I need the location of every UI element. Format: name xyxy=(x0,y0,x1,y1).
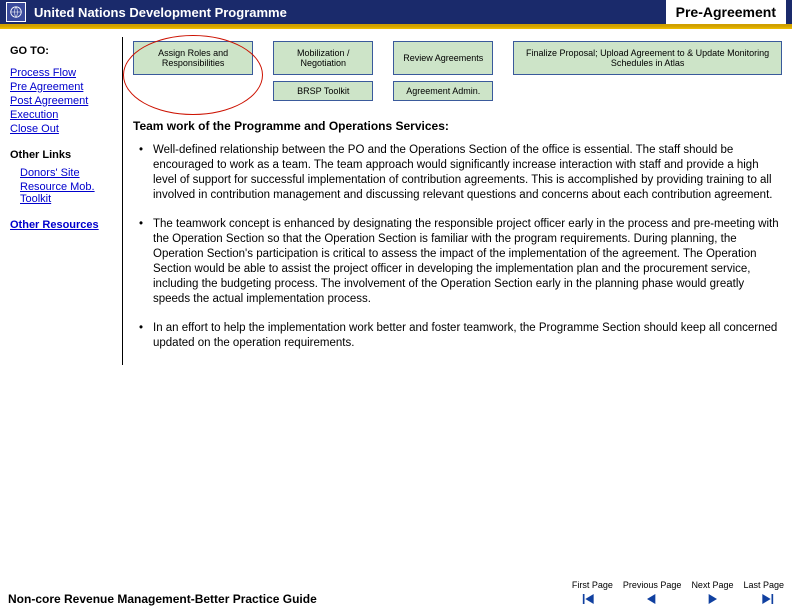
nav-label: First Page xyxy=(572,581,613,590)
header-bar: United Nations Development Programme Pre… xyxy=(0,0,792,26)
bullet-text: The teamwork concept is enhanced by desi… xyxy=(153,217,782,307)
other-links-label: Other Links xyxy=(10,149,118,161)
section-heading: Team work of the Programme and Operation… xyxy=(133,119,782,133)
bullet-text: Well-defined relationship between the PO… xyxy=(153,143,782,203)
nav-label: Next Page xyxy=(691,581,733,590)
link-execution[interactable]: Execution xyxy=(10,109,118,121)
list-item: •In an effort to help the implementation… xyxy=(139,321,782,351)
nav-first-page[interactable]: First Page xyxy=(572,581,613,606)
link-pre-agreement[interactable]: Pre Agreement xyxy=(10,81,118,93)
flow-box-assign-roles[interactable]: Assign Roles and Responsibilities xyxy=(133,41,253,75)
process-flow-row: Assign Roles and Responsibilities Mobili… xyxy=(133,41,782,101)
main-area: Assign Roles and Responsibilities Mobili… xyxy=(123,37,784,365)
link-close-out[interactable]: Close Out xyxy=(10,123,118,135)
goto-label: GO TO: xyxy=(10,45,118,57)
link-post-agreement[interactable]: Post Agreement xyxy=(10,95,118,107)
bullet-text: In an effort to help the implementation … xyxy=(153,321,782,351)
bullet-icon: • xyxy=(139,321,153,351)
nav-last-page[interactable]: Last Page xyxy=(743,581,784,606)
sidebar: GO TO: Process Flow Pre Agreement Post A… xyxy=(8,37,123,365)
list-item: •The teamwork concept is enhanced by des… xyxy=(139,217,782,307)
page-label: Pre-Agreement xyxy=(666,0,786,24)
link-donors-site[interactable]: Donors' Site xyxy=(20,167,118,179)
flow-box-agreement-admin[interactable]: Agreement Admin. xyxy=(393,81,493,101)
flow-box-finalize-proposal[interactable]: Finalize Proposal; Upload Agreement to &… xyxy=(513,41,782,75)
content-area: GO TO: Process Flow Pre Agreement Post A… xyxy=(0,29,792,365)
last-page-icon xyxy=(754,592,774,606)
footer-title: Non-core Revenue Management-Better Pract… xyxy=(8,592,317,606)
nav-previous-page[interactable]: Previous Page xyxy=(623,581,682,606)
previous-page-icon xyxy=(642,592,662,606)
bullet-icon: • xyxy=(139,143,153,203)
bullet-icon: • xyxy=(139,217,153,307)
link-resource-mob-toolkit[interactable]: Resource Mob. Toolkit xyxy=(20,181,118,205)
flow-box-brsp-toolkit[interactable]: BRSP Toolkit xyxy=(273,81,373,101)
undp-logo-icon xyxy=(6,2,26,22)
page-nav: First Page Previous Page Next Page Last … xyxy=(572,581,784,606)
nav-label: Last Page xyxy=(743,581,784,590)
flow-box-review-agreements[interactable]: Review Agreements xyxy=(393,41,493,75)
nav-next-page[interactable]: Next Page xyxy=(691,581,733,606)
org-title: United Nations Development Programme xyxy=(34,5,666,20)
link-process-flow[interactable]: Process Flow xyxy=(10,67,118,79)
first-page-icon xyxy=(582,592,602,606)
next-page-icon xyxy=(702,592,722,606)
link-other-resources[interactable]: Other Resources xyxy=(10,219,118,231)
flow-box-mobilization[interactable]: Mobilization / Negotiation xyxy=(273,41,373,75)
footer: Non-core Revenue Management-Better Pract… xyxy=(8,581,784,606)
nav-label: Previous Page xyxy=(623,581,682,590)
list-item: •Well-defined relationship between the P… xyxy=(139,143,782,203)
bullet-list: •Well-defined relationship between the P… xyxy=(133,143,782,350)
